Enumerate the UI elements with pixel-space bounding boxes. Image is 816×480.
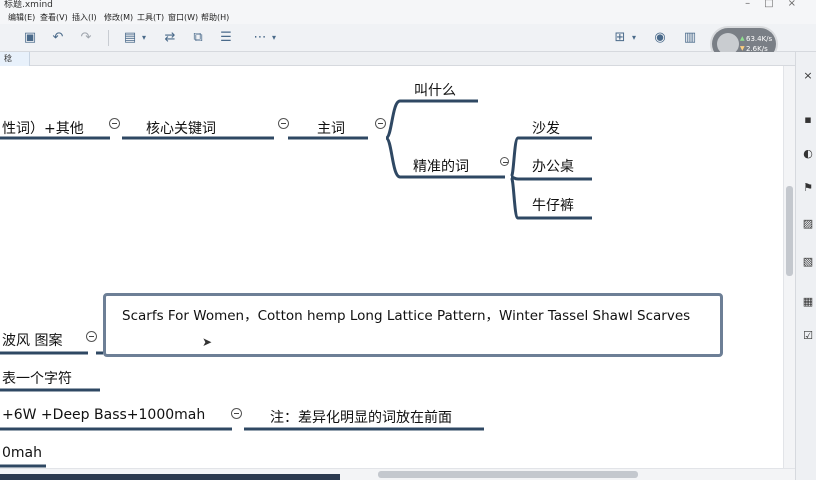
properties-icon[interactable]: ▪ [802,114,814,126]
chevron-down-icon[interactable]: ▾ [270,30,278,46]
toolbar: ▣ ↶ ↷ ▤ ▾ ⇄ ⧉ ☰ ⋯ ▾ ⊞ ▾ ◉ ▥ [0,24,816,52]
markers-icon[interactable]: ◐ [802,148,814,160]
more-icon[interactable]: ⋯ [252,30,268,46]
collapse-toggle-icon[interactable] [500,157,509,166]
menu-view[interactable]: 查看(V) [40,12,68,23]
menu-insert[interactable]: 插入(I) [72,12,97,23]
vertical-scroll-thumb[interactable] [786,186,793,276]
topic-what-called[interactable]: 叫什么 [414,80,456,100]
topic-jeans[interactable]: 牛仔裤 [532,195,574,215]
toolbar-divider [108,30,109,46]
topic-remark[interactable]: 注：差异化明显的词放在前面 [270,407,452,427]
layout-icon[interactable]: ▥ [682,30,698,46]
upload-speed: 63.4K/s [746,35,773,43]
task-icon[interactable]: ☑ [802,330,814,342]
notes-icon[interactable]: ▧ [802,256,814,268]
collapse-toggle-icon[interactable] [86,331,97,342]
upload-arrow-icon: ▲ [740,35,745,42]
boundary-icon[interactable]: ⧉ [190,30,206,46]
topic-node[interactable]: 性词）+其他 [2,118,84,138]
relationship-icon[interactable]: ⇄ [162,30,178,46]
mouse-cursor-icon: ➤ [202,335,213,349]
flag-icon[interactable]: ⚑ [802,182,814,194]
vertical-scrollbar[interactable] [783,66,795,468]
window-controls[interactable]: –□× [745,0,810,9]
menu-bar: 编辑(E) 查看(V) 插入(I) 修改(M) 工具(T) 窗口(W) 帮助(H… [0,10,816,24]
topic-core-keyword[interactable]: 核心关键词 [146,118,216,138]
topic-sofa[interactable]: 沙发 [532,118,560,138]
collapse-toggle-icon[interactable] [109,118,120,129]
topic-desk[interactable]: 办公桌 [532,156,574,176]
menu-modify[interactable]: 修改(M) [104,12,133,23]
topic-one-char[interactable]: 表一个字符 [2,368,72,388]
redo-icon[interactable]: ↷ [78,30,94,46]
save-icon[interactable]: ▣ [22,30,38,46]
download-arrow-icon: ▼ [740,45,745,52]
chevron-down-icon[interactable]: ▾ [630,30,638,46]
export-icon[interactable]: ▤ [122,30,138,46]
panel-close-icon[interactable]: × [802,70,814,82]
menu-tools[interactable]: 工具(T) [137,12,164,23]
taskbar [0,474,340,480]
present-icon[interactable]: ⊞ [612,30,628,46]
sheet-tab-strip: 稔 [0,52,795,66]
comments-icon[interactable]: ▦ [802,296,814,308]
topic-main-word[interactable]: 主词 [317,118,345,138]
collapse-toggle-icon[interactable] [375,118,386,129]
topic-style[interactable]: 波风 图案 [2,330,62,350]
topic-precise-words[interactable]: 精准的词 [413,156,469,176]
topic-battery[interactable]: 0mah [2,445,42,461]
menu-help[interactable]: 帮助(H) [201,12,229,23]
horizontal-scroll-thumb[interactable] [378,471,638,478]
menu-edit[interactable]: 编辑(E) [8,12,35,23]
collapse-toggle-icon[interactable] [278,118,289,129]
bulb-icon[interactable]: ◉ [652,30,668,46]
right-side-panel: × ▪ ◐ ⚑ ▨ ▧ ▦ ☑ [795,52,816,480]
undo-icon[interactable]: ↶ [50,30,66,46]
note-title-box[interactable]: Scarfs For Women，Cotton hemp Long Lattic… [103,293,723,357]
chevron-down-icon[interactable]: ▾ [140,30,148,46]
mindmap-canvas[interactable]: 性词）+其他 核心关键词 主词 叫什么 精准的词 沙发 办公桌 牛仔裤 波风 图… [0,66,795,468]
image-icon[interactable]: ▨ [802,218,814,230]
sheet-tab[interactable]: 稔 [0,52,30,66]
summary-icon[interactable]: ☰ [218,30,234,46]
collapse-toggle-icon[interactable] [231,408,242,419]
topic-spec[interactable]: +6W +Deep Bass+1000mah [2,407,205,423]
menu-window[interactable]: 窗口(W) [168,12,198,23]
note-text: Scarfs For Women，Cotton hemp Long Lattic… [122,308,691,324]
window-title: 标题.xmind [4,0,53,10]
title-bar: 标题.xmind –□× [0,0,816,10]
